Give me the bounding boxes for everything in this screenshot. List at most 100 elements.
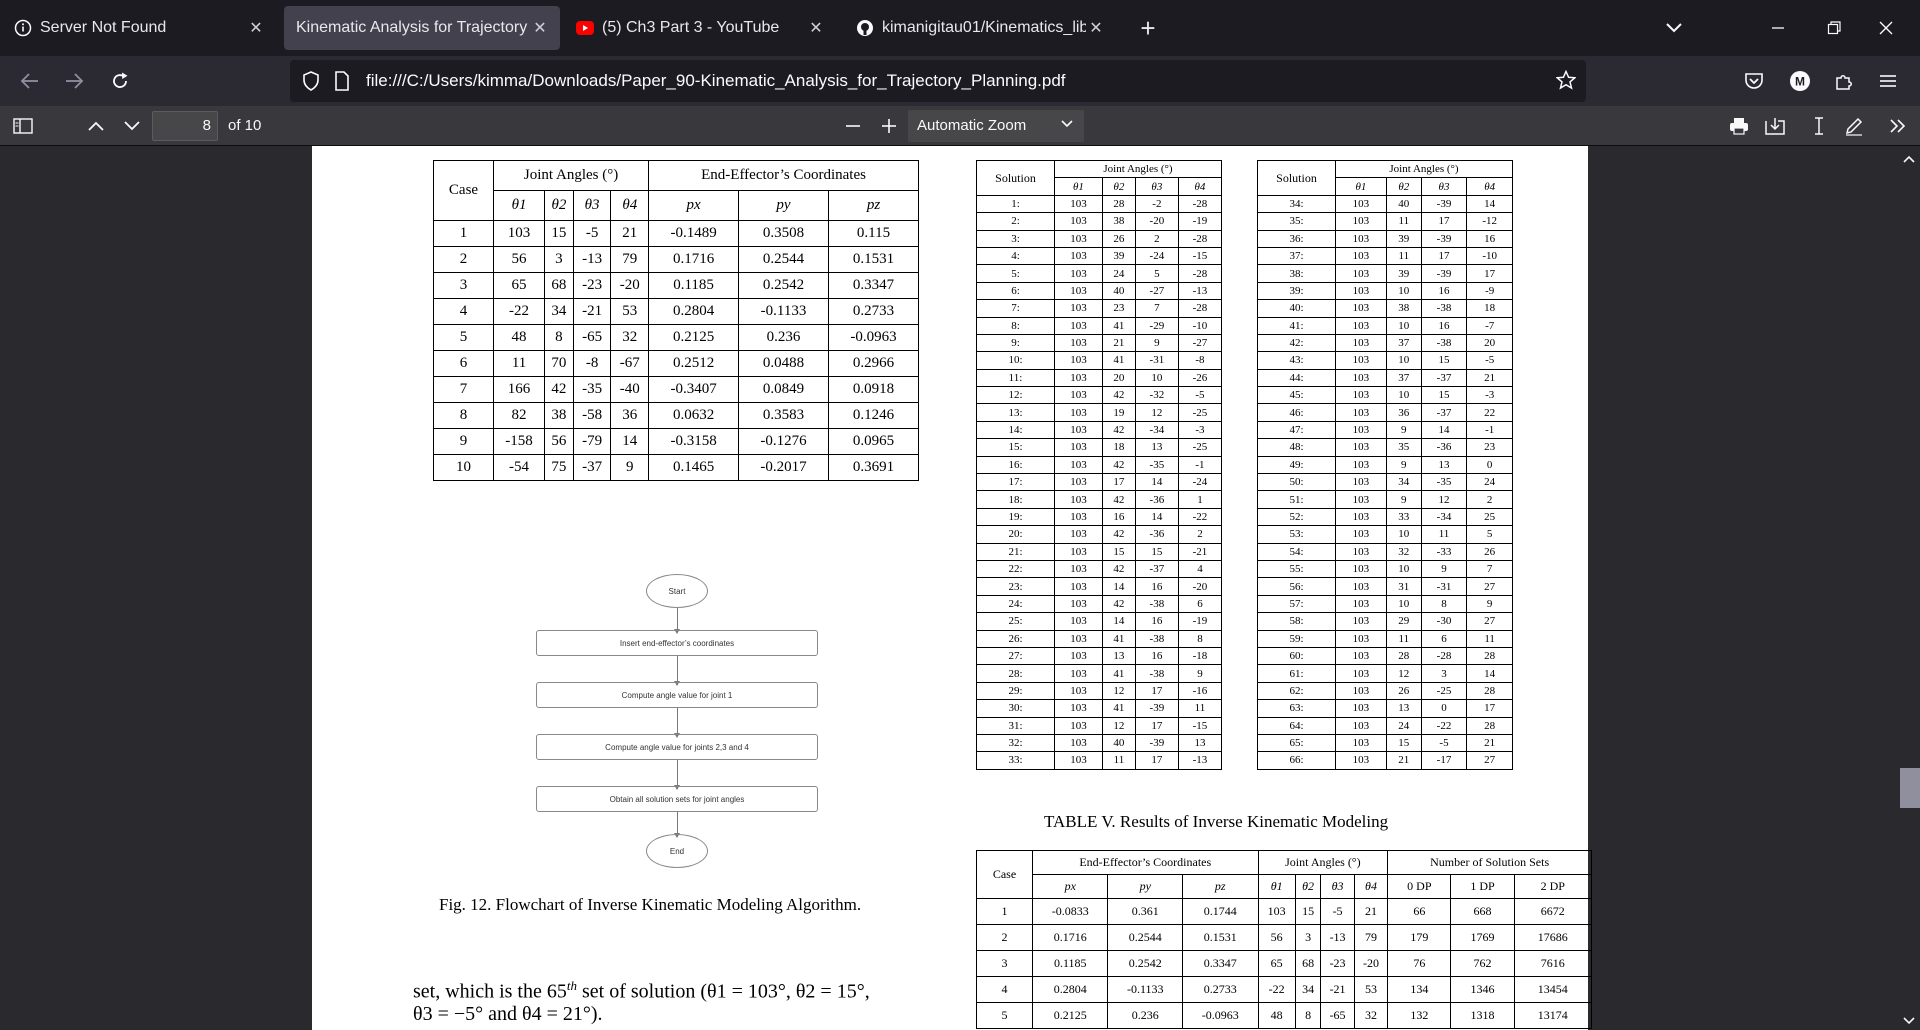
table-cell: -1 [1177, 455, 1223, 475]
table-cell: 103 [492, 220, 546, 247]
toggle-sidebar-button[interactable] [8, 111, 38, 141]
table-cell: 10 [1385, 594, 1422, 614]
new-tab-button[interactable]: + [1130, 10, 1166, 46]
table-cell: -21 [1177, 542, 1223, 561]
table-cell: 103 [1335, 316, 1387, 335]
table-cell: 16 [1134, 646, 1179, 666]
table-subheader: θ4 [1177, 177, 1223, 196]
table-header-ee-coords: End-Effector’s Coordinates [648, 160, 919, 191]
chevron-down-icon [124, 121, 140, 131]
pocket-button[interactable] [1736, 63, 1772, 99]
address-bar[interactable]: file:///C:/Users/kimma/Downloads/Paper_9… [290, 60, 1586, 102]
zoom-in-button[interactable] [876, 111, 902, 141]
table-cell: 24: [976, 594, 1055, 614]
zoom-out-button[interactable] [840, 111, 866, 141]
print-button[interactable] [1724, 111, 1754, 141]
body-text: set of solution (θ1 = 103°, θ2 = 15°, [577, 980, 870, 1003]
close-icon[interactable]: ✕ [530, 18, 550, 38]
table-cell: 32 [610, 324, 650, 351]
tab-kinematic-analysis[interactable]: Kinematic Analysis for Trajectory Pla ✕ [284, 6, 560, 50]
table-cell: 36 [1385, 403, 1422, 422]
flowchart-arrow [674, 708, 680, 738]
close-icon[interactable]: ✕ [1086, 18, 1106, 38]
table-cell: -13 [1320, 924, 1355, 951]
table-subheader: θ3 [1134, 177, 1179, 196]
table-cell: 11 [1420, 525, 1468, 544]
tab-server-not-found[interactable]: Server Not Found ✕ [4, 6, 276, 50]
table-cell: 15 [1101, 542, 1136, 561]
minimize-icon [1772, 27, 1784, 29]
table-row: 62: 103 26 -25 28 [1257, 681, 1513, 701]
table-cell: 42 [1101, 490, 1136, 509]
table-cell: 42 [1101, 594, 1136, 614]
table-cell: 0.3347 [1182, 950, 1259, 977]
reload-button[interactable] [102, 63, 138, 99]
youtube-icon [576, 19, 594, 37]
table-cell: 6672 [1513, 898, 1593, 925]
back-button[interactable] [12, 63, 48, 99]
zoom-select[interactable]: Automatic Zoom [908, 110, 1084, 142]
tab-youtube[interactable]: (5) Ch3 Part 3 - YouTube ✕ [566, 6, 836, 50]
table-cell: 103 [1054, 559, 1103, 579]
table-cell: 14 [1466, 194, 1513, 214]
table-cell: 21: [976, 542, 1055, 561]
page-icon[interactable] [334, 71, 350, 96]
table-row: 40: 103 38 -38 18 [1257, 299, 1513, 318]
account-button[interactable]: M [1782, 63, 1818, 99]
table-cell: 14 [1466, 664, 1513, 683]
table-cell: -35 [1134, 455, 1179, 475]
table-cell: -8 [572, 350, 612, 377]
table-cell: 0.2733 [1182, 976, 1259, 1003]
table-subheader: 1 DP [1450, 874, 1515, 899]
download-button[interactable] [1760, 111, 1790, 141]
draw-tool-button[interactable] [1840, 111, 1868, 141]
restore-button[interactable] [1816, 10, 1852, 46]
scroll-up-icon[interactable] [1903, 150, 1915, 168]
list-all-tabs-button[interactable] [1656, 10, 1692, 46]
page-number-input[interactable]: 8 [152, 111, 218, 141]
table-cell: 2 [1466, 490, 1513, 509]
next-page-button[interactable] [118, 111, 146, 141]
previous-page-button[interactable] [82, 111, 110, 141]
chevron-up-icon [88, 121, 104, 131]
forward-button[interactable] [56, 63, 92, 99]
table-cell: 11 [1466, 629, 1513, 648]
table-cell: 8 [433, 402, 494, 429]
close-window-button[interactable] [1868, 10, 1904, 46]
shield-icon[interactable] [302, 71, 320, 96]
tools-button[interactable] [1884, 111, 1912, 141]
table-cell: 103 [1054, 577, 1103, 596]
table-cell: 0.236 [738, 324, 829, 351]
pdf-viewer-container[interactable]: Case Joint Angles (°) End-Effector’s Coo… [0, 146, 1920, 1030]
table-cell: 0.2544 [738, 246, 829, 273]
vertical-scrollbar[interactable] [1898, 146, 1920, 1030]
table-cell: 0.2125 [648, 324, 740, 351]
table-cell: 103 [1054, 299, 1103, 318]
close-icon[interactable]: ✕ [246, 18, 266, 38]
table-cell: 1769 [1450, 924, 1515, 951]
table-cell: 28 [1466, 681, 1513, 701]
table-row: 3 65 68 -23 -20 0.1185 0.2542 0.3347 [433, 272, 920, 299]
table-cell: 132 [1387, 1002, 1452, 1029]
table-cell: -17 [1420, 751, 1468, 770]
close-icon[interactable]: ✕ [806, 18, 826, 38]
tab-github[interactable]: kimanigitau01/Kinematics_lib: A ✕ [846, 6, 1116, 50]
minimize-button[interactable] [1760, 10, 1796, 46]
table-cell: 22 [1466, 403, 1513, 422]
scrollbar-thumb[interactable] [1900, 768, 1920, 808]
account-avatar-icon: M [1790, 71, 1810, 91]
table-cell: 23 [1466, 438, 1513, 457]
text-tool-button[interactable] [1806, 111, 1832, 141]
extensions-button[interactable] [1826, 63, 1862, 99]
table-cell: 12 [1134, 403, 1179, 422]
table-cell: -18 [1177, 646, 1223, 666]
table-cell: 14 [1101, 577, 1136, 596]
table-cell: 0.2804 [648, 298, 740, 325]
table-header-case: Case [433, 160, 494, 221]
table-cell: 19 [1101, 403, 1136, 422]
table-cell: 46: [1257, 403, 1336, 422]
menu-button[interactable] [1870, 63, 1906, 99]
table-cell: 103 [1054, 194, 1103, 214]
bookmark-star-icon[interactable] [1555, 69, 1577, 95]
scroll-down-icon[interactable] [1903, 1012, 1915, 1030]
